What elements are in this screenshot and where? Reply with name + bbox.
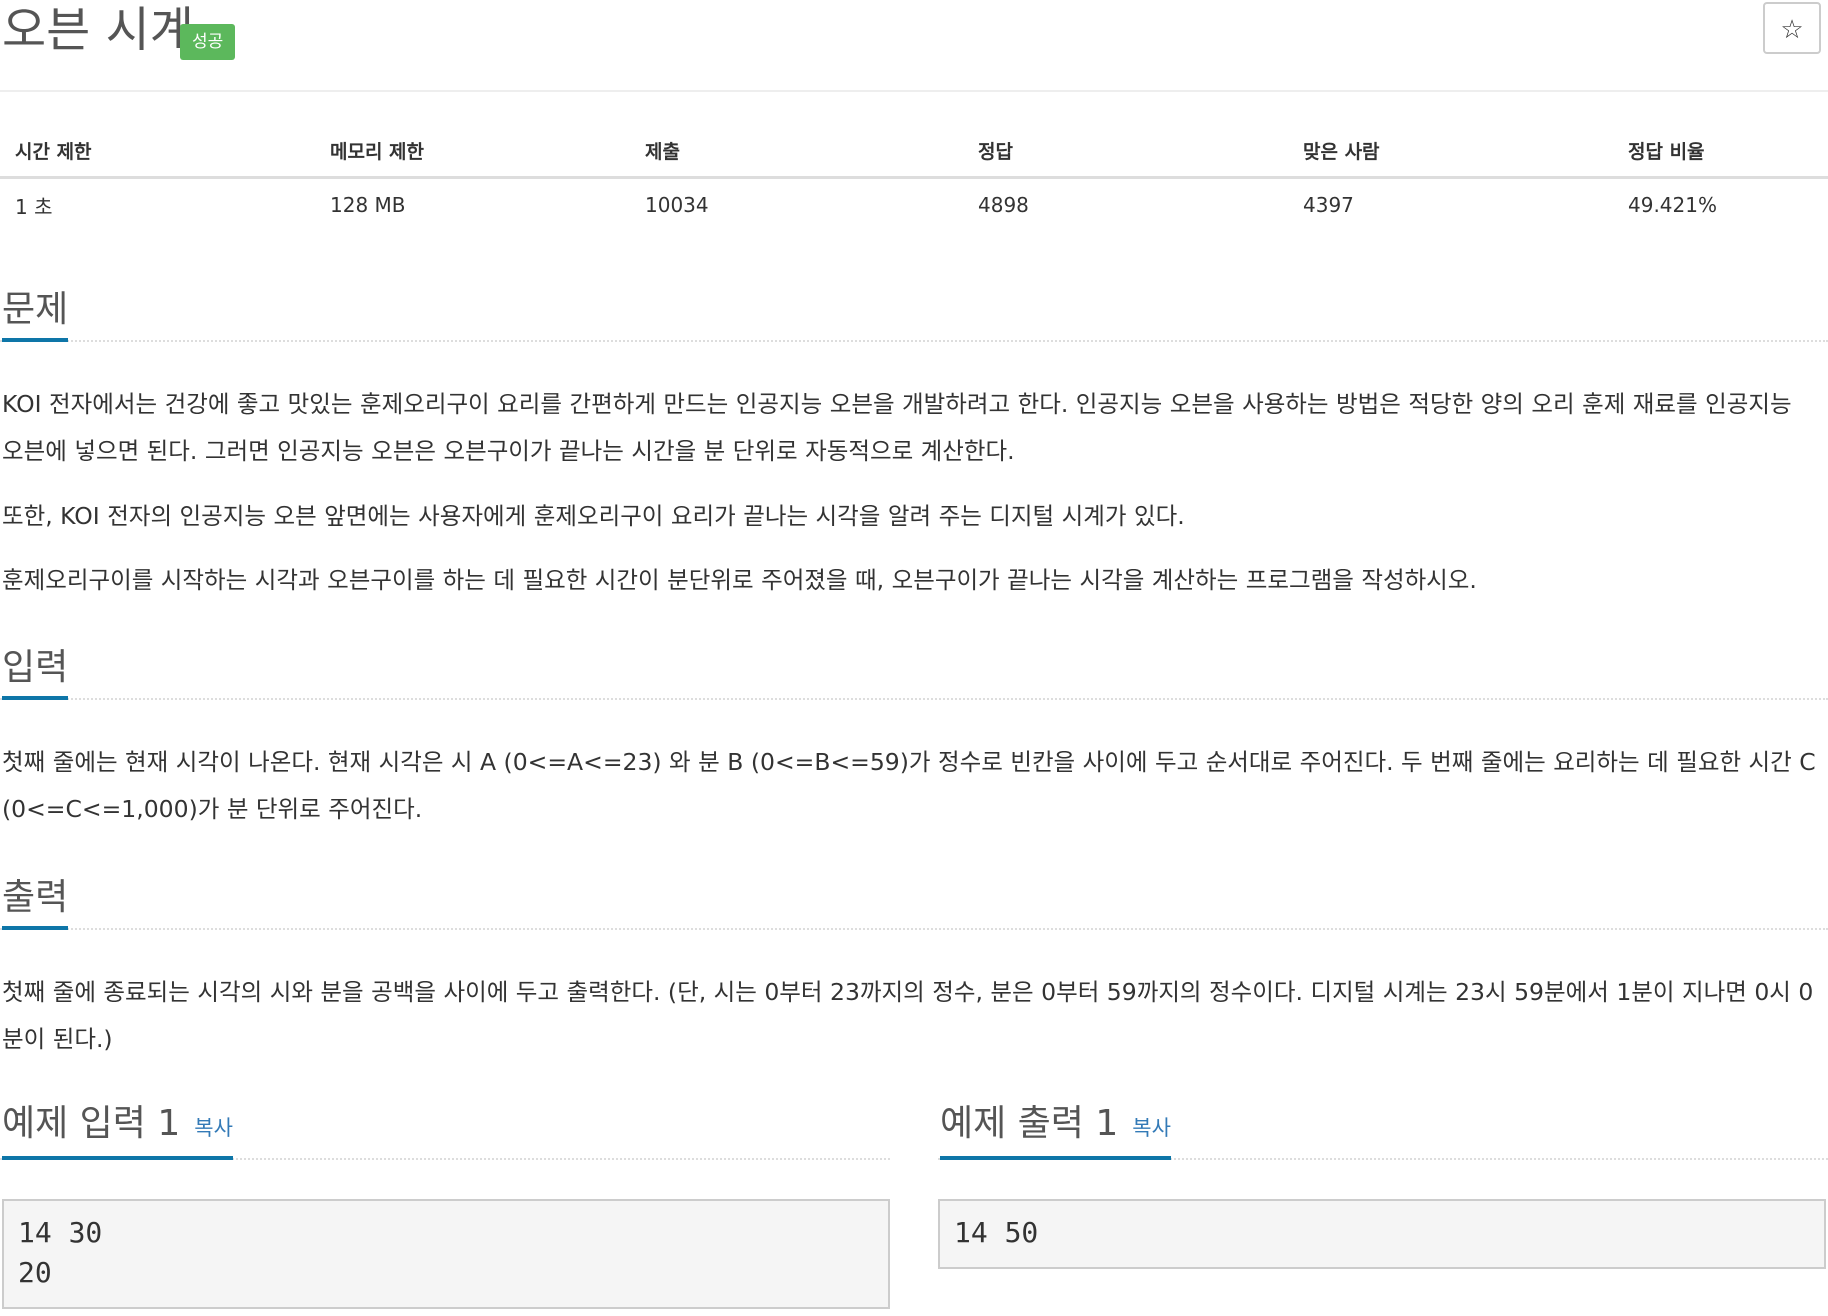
sample-output-head: 예제 출력 1 복사 [938, 1102, 1828, 1160]
star-icon: ☆ [1780, 15, 1804, 45]
sample-input-title: 예제 입력 1 [2, 1103, 181, 1144]
sample-output-box: 14 50 [938, 1199, 1826, 1269]
input-section-head: 입력 [0, 642, 1828, 700]
value-memory-limit: 128 MB [330, 193, 406, 217]
description-section-head: 문제 [0, 284, 1828, 342]
star-button[interactable]: ☆ [1763, 2, 1821, 54]
header-time-limit: 시간 제한 [0, 124, 315, 179]
description-line-1: KOI 전자에서는 건강에 좋고 맛있는 훈제오리구이 요리를 간편하게 만드는… [2, 390, 1792, 418]
description-line-3: 또한, KOI 전자의 인공지능 오븐 앞면에는 사용자에게 훈제오리구이 요리… [2, 502, 1185, 530]
output-section-head: 출력 [0, 872, 1828, 930]
table-row: 1 초 128 MB 10034 4898 4397 49.421% [0, 178, 1828, 232]
input-line-1: 첫째 줄에는 현재 시각이 나온다. 현재 시각은 시 A (0<=A<=23)… [2, 748, 1816, 776]
input-line-2: (0<=C<=1,000)가 분 단위로 주어진다. [2, 795, 423, 823]
header-submissions: 제출 [630, 124, 963, 179]
value-time-limit: 1 초 [15, 194, 53, 219]
status-badge: 성공 [180, 24, 236, 60]
sample-output-heading: 예제 출력 1 복사 [940, 1102, 1171, 1160]
header-solved-users: 맞은 사람 [1288, 124, 1613, 179]
copy-sample-input-link[interactable]: 복사 [194, 1116, 233, 1140]
title-row: 오븐 시계 성공 ☆ [0, 0, 1828, 92]
copy-sample-output-link[interactable]: 복사 [1132, 1116, 1171, 1140]
sample-input-box: 14 30 20 [2, 1199, 890, 1309]
header-accept-ratio: 정답 비율 [1613, 124, 1828, 179]
sample-output-title: 예제 출력 1 [940, 1103, 1119, 1144]
value-submissions: 10034 [645, 193, 709, 217]
input-heading: 입력 [2, 646, 69, 700]
output-line-2: 분이 된다.) [2, 1025, 113, 1053]
value-accept-ratio: 49.421% [1628, 193, 1717, 217]
description-line-4: 훈제오리구이를 시작하는 시각과 오븐구이를 하는 데 필요한 시간이 분단위로… [2, 566, 1477, 594]
problem-info-table: 시간 제한 메모리 제한 제출 정답 맞은 사람 정답 비율 1 초 128 M… [0, 124, 1828, 231]
sample-input-heading: 예제 입력 1 복사 [2, 1102, 233, 1160]
description-heading: 문제 [2, 288, 69, 342]
output-line-1: 첫째 줄에 종료되는 시각의 시와 분을 공백을 사이에 두고 출력한다. (단… [2, 978, 1814, 1006]
table-header-row: 시간 제한 메모리 제한 제출 정답 맞은 사람 정답 비율 [0, 124, 1828, 179]
value-solved-users: 4397 [1303, 193, 1354, 217]
problem-page: 오븐 시계 성공 ☆ 시간 제한 메모리 제한 제출 정답 맞은 사람 정답 비… [0, 0, 1828, 1316]
problem-title: 오븐 시계 [2, 2, 194, 58]
sample-input-head: 예제 입력 1 복사 [0, 1102, 890, 1160]
header-accepted: 정답 [963, 124, 1288, 179]
value-accepted: 4898 [978, 193, 1029, 217]
description-line-2: 오븐에 넣으면 된다. 그러면 인공지능 오븐은 오븐구이가 끝나는 시간을 분… [2, 437, 1015, 465]
header-memory-limit: 메모리 제한 [315, 124, 630, 179]
output-heading: 출력 [2, 876, 69, 930]
